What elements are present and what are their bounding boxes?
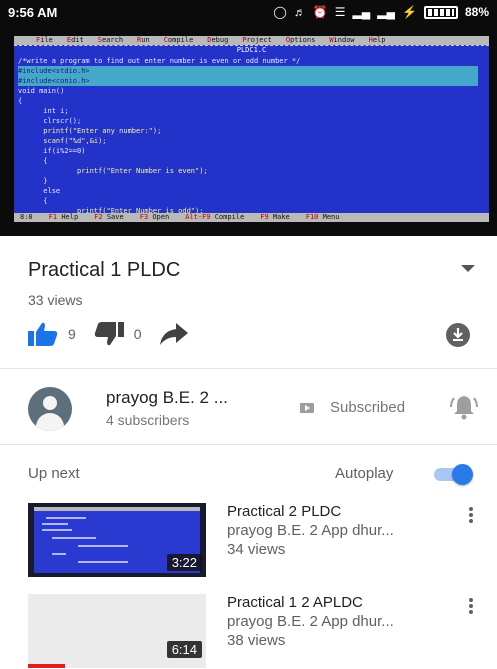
notification-bell-button[interactable]: [449, 394, 479, 425]
code-line: clrscr();: [18, 117, 82, 125]
subscriber-count: 4 subscribers: [106, 412, 190, 428]
more-options-icon[interactable]: [465, 507, 477, 525]
video-title-row[interactable]: Practical 1 PLDC: [28, 257, 478, 283]
charging-icon: ⚡: [402, 5, 417, 19]
editor-menu-bar: File Edit Search Run Compile Debug Project Opti…: [14, 36, 489, 45]
code-line: {: [18, 197, 48, 205]
battery-icon: [423, 5, 458, 19]
subscribed-button[interactable]: Subscribed: [300, 399, 405, 416]
subscribed-label: Subscribed: [330, 399, 406, 416]
cursor-position: 8:8: [20, 213, 33, 221]
code-line: }: [18, 177, 48, 185]
editor-menu-item: Window: [329, 36, 355, 44]
code-line: {: [18, 157, 48, 165]
like-button[interactable]: 9: [28, 322, 76, 346]
mute-icon: ♬: [293, 5, 306, 19]
divider: [0, 368, 497, 369]
code-line: printf("Enter Number is even");: [18, 167, 208, 175]
editor-shortcut: F1 Help: [48, 213, 79, 221]
video-thumbnail[interactable]: 3:22: [28, 503, 206, 577]
thumbs-up-icon: [28, 322, 58, 346]
code-line: if(i%2==0): [18, 147, 86, 155]
item-channel: prayog B.E. 2 App dhur...: [227, 522, 394, 539]
item-views: 34 views: [227, 541, 286, 558]
editor-menu-item: Help: [368, 36, 386, 44]
view-count: 33 views: [28, 292, 83, 308]
channel-avatar[interactable]: [28, 387, 72, 431]
video-actions: 9 0: [28, 318, 478, 350]
channel-name[interactable]: prayog B.E. 2 ...: [106, 388, 228, 408]
up-next-item[interactable]: 3:22 Practical 2 PLDC prayog B.E. 2 App …: [28, 503, 483, 577]
editor-menu-item: Project: [242, 36, 272, 44]
status-bar: 9:56 AM ◯ ♬ ⏰ ☰ ▂▄ ▂▄ ⚡ 88%: [0, 0, 497, 24]
editor-menu-item: Search: [97, 36, 124, 44]
expand-description-icon[interactable]: [461, 265, 475, 272]
like-count: 9: [68, 326, 76, 342]
signal-icon-2: ▂▄: [377, 5, 396, 19]
code-line: scanf("%d",&i);: [18, 137, 107, 145]
editor-menu-item: Edit: [66, 36, 84, 44]
divider: [0, 444, 497, 445]
share-icon: [159, 323, 188, 345]
wifi-icon: ☰: [334, 5, 346, 19]
editor-shortcut: F3 Open: [139, 213, 170, 221]
youtube-play-icon: [300, 402, 314, 413]
editor-menu-item: Compile: [163, 36, 194, 44]
channel-row: prayog B.E. 2 ... 4 subscribers Subscrib…: [28, 384, 483, 431]
code-line: {: [18, 97, 23, 105]
editor-shortcut: F10 Menu: [305, 213, 340, 221]
editor-shortcut: F9 Make: [260, 213, 290, 221]
editor-shortcut: F2 Save: [94, 213, 124, 221]
item-title: Practical 1 2 APLDC: [227, 594, 363, 611]
editor-file-title: PLDC1.C: [14, 45, 489, 54]
alarm-icon: ⏰: [312, 5, 328, 19]
video-player[interactable]: 9:56 AM ◯ ♬ ⏰ ☰ ▂▄ ▂▄ ⚡ 88% File Edit Sear…: [0, 0, 497, 236]
autoplay-label: Autoplay: [335, 465, 394, 482]
watch-progress-bar: [28, 664, 66, 668]
up-next-item[interactable]: 6:14 Practical 1 2 APLDC prayog B.E. 2 A…: [28, 594, 483, 668]
turbo-c-editor: File Edit Search Run Compile Debug Project Opti…: [14, 36, 489, 222]
signal-icon: ▂▄: [352, 5, 371, 19]
sync-icon: ◯: [273, 5, 287, 19]
code-line: #include<conio.h>: [18, 76, 478, 86]
battery-percent: 88%: [464, 5, 489, 19]
download-icon: [446, 323, 470, 347]
editor-menu-item: Options: [285, 36, 316, 44]
share-button[interactable]: [159, 323, 198, 345]
item-views: 38 views: [227, 632, 286, 649]
bell-ringing-icon: [450, 396, 478, 420]
editor-menu-item: Debug: [207, 36, 229, 44]
editor-code: /*write a program to find out enter numb…: [18, 56, 478, 222]
item-channel: prayog B.E. 2 App dhur...: [227, 613, 394, 630]
thumbs-down-icon: [94, 322, 124, 346]
status-time: 9:56 AM: [8, 4, 58, 20]
download-button[interactable]: [446, 323, 470, 352]
status-icons: ◯ ♬ ⏰ ☰ ▂▄ ▂▄ ⚡ 88%: [273, 5, 489, 19]
code-line: void main(): [18, 87, 65, 95]
autoplay-toggle[interactable]: [432, 464, 474, 485]
up-next-label: Up next: [28, 465, 80, 482]
code-line: printf("Enter any number:");: [18, 127, 162, 135]
code-line: else: [18, 187, 61, 195]
editor-menu-item: Run: [137, 36, 150, 44]
video-duration: 3:22: [166, 554, 202, 571]
editor-filename: PLDC1.C: [236, 46, 267, 54]
dislike-count: 0: [133, 326, 142, 342]
video-title: Practical 1 PLDC: [28, 259, 181, 281]
more-options-icon[interactable]: [465, 598, 477, 616]
dislike-button[interactable]: 0: [94, 322, 142, 346]
item-title: Practical 2 PLDC: [227, 503, 342, 520]
editor-shortcut: Alt-F9 Compile: [185, 213, 245, 221]
video-thumbnail[interactable]: 6:14: [28, 594, 206, 668]
editor-menu-item: File: [36, 36, 53, 44]
video-duration: 6:14: [166, 641, 202, 658]
code-line: /*write a program to find out enter numb…: [18, 57, 301, 65]
code-line: int i;: [18, 107, 69, 115]
editor-status-bar: 8:8 F1 Help F2 Save F3 Open Alt-F9 Compile F9…: [14, 213, 489, 222]
code-line: #include<stdio.h>: [18, 66, 478, 76]
